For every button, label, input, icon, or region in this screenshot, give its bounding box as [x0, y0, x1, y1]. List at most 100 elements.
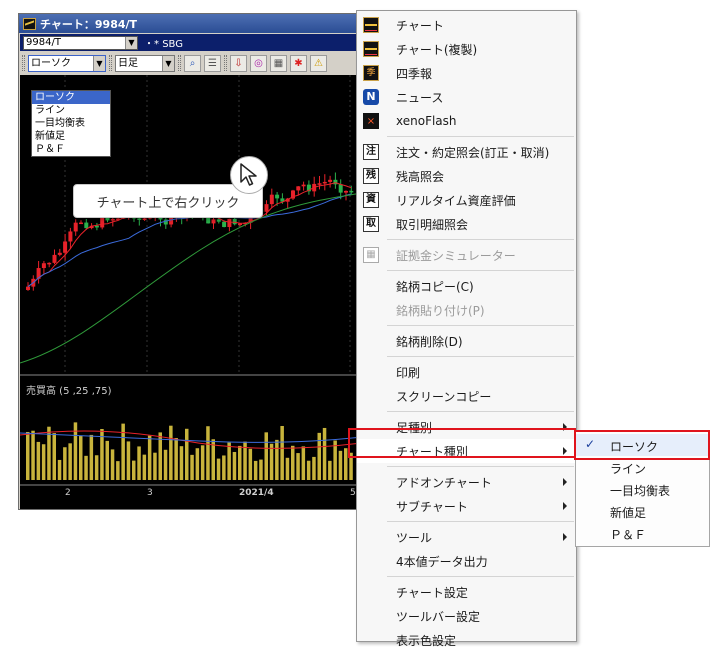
- menu-item-label: xenoFlash: [396, 114, 457, 128]
- menu-item-shikiho[interactable]: 季 四季報: [357, 61, 576, 85]
- menu-separator: [387, 576, 574, 577]
- menu-item-toolbar-settings[interactable]: ツールバー設定: [357, 604, 576, 628]
- menu-item-addon-chart[interactable]: アドオンチャート: [357, 470, 576, 494]
- volume-bar: [31, 430, 35, 480]
- menu-separator: [387, 466, 574, 467]
- candlestick: [227, 218, 232, 228]
- warning-icon[interactable]: ⚠: [310, 54, 327, 72]
- menu-item-chart-settings[interactable]: チャート設定: [357, 580, 576, 604]
- menu-item-order-inquiry[interactable]: 注 注文・約定照会(訂正・取消): [357, 140, 576, 164]
- volume-bar: [169, 425, 173, 480]
- submenu-item-label: 一目均衡表: [610, 484, 671, 498]
- menu-separator: [387, 356, 574, 357]
- volume-bar: [105, 440, 109, 480]
- symbol-name-text: SBG: [162, 39, 183, 50]
- table-icon[interactable]: ▦: [270, 54, 287, 72]
- volume-bar: [264, 432, 268, 480]
- chart-type-submenu: ✓ ローソク ライン 一目均衡表 新値足 Ｐ＆Ｆ: [575, 430, 710, 547]
- chart-type-option[interactable]: ライン: [32, 104, 110, 117]
- submenu-item-label: 新値足: [610, 506, 647, 520]
- candlestick: [322, 181, 327, 184]
- shikiho-icon: 季: [363, 65, 379, 81]
- title-bar: チャート：9984/T: [19, 14, 362, 33]
- menu-item-chart-type[interactable]: チャート種別: [357, 439, 576, 463]
- submenu-item-ichimoku[interactable]: 一目均衡表: [576, 478, 709, 500]
- menu-item-trade-detail[interactable]: 取 取引明細照会: [357, 212, 576, 236]
- menu-item-label: ツールバー設定: [396, 609, 481, 624]
- chevron-down-icon[interactable]: ▼: [162, 55, 174, 71]
- candlestick: [100, 216, 105, 228]
- volume-bar: [238, 445, 242, 480]
- period-select[interactable]: 日足 ▼: [115, 54, 175, 72]
- volume-bar: [126, 441, 131, 480]
- submenu-arrow-icon: [563, 533, 567, 541]
- submenu-item-label: Ｐ＆Ｆ: [610, 528, 647, 542]
- chart-type-select[interactable]: ローソク ▼: [28, 54, 106, 72]
- menu-item-label: 表示色設定: [396, 633, 457, 647]
- chart-type-option[interactable]: 新値足: [32, 130, 110, 143]
- submenu-item-candlestick[interactable]: ✓ ローソク: [576, 434, 709, 456]
- volume-bar: [322, 427, 327, 480]
- toolbar-grip[interactable]: [22, 55, 25, 71]
- menu-item-print[interactable]: 印刷: [357, 360, 576, 384]
- toolbar-grip[interactable]: [109, 55, 112, 71]
- menu-item-color-settings[interactable]: 表示色設定: [357, 628, 576, 647]
- menu-item-bar-type[interactable]: 足種別: [357, 415, 576, 439]
- menu-item-ohlc-export[interactable]: 4本値データ出力: [357, 549, 576, 573]
- submenu-arrow-icon: [563, 478, 567, 486]
- menu-item-delete-symbol[interactable]: 銘柄削除(D): [357, 329, 576, 353]
- search-chart-icon[interactable]: ◎: [250, 54, 267, 72]
- candlestick: [328, 179, 333, 182]
- candlestick: [211, 219, 216, 224]
- menu-item-chart[interactable]: チャート: [357, 13, 576, 37]
- menu-item-label: アドオンチャート: [396, 475, 492, 490]
- volume-bar: [94, 455, 99, 480]
- menu-item-label: 証拠金シミュレーター: [396, 248, 516, 263]
- mark-icon[interactable]: ✱: [290, 54, 307, 72]
- volume-bar: [110, 449, 115, 480]
- submenu-item-pf[interactable]: Ｐ＆Ｆ: [576, 522, 709, 544]
- chart-type-option[interactable]: Ｐ＆Ｆ: [32, 143, 110, 156]
- toolbar-grip[interactable]: [178, 55, 181, 71]
- menu-item-chart-copy[interactable]: チャート(複製): [357, 37, 576, 61]
- volume-bar: [275, 439, 279, 480]
- window-title: チャート：9984/T: [40, 17, 138, 31]
- candlestick: [349, 190, 354, 193]
- toolbar-grip[interactable]: [224, 55, 227, 71]
- chevron-down-icon[interactable]: ▼: [93, 55, 105, 71]
- chart-icon: [363, 17, 379, 33]
- menu-item-news[interactable]: N ニュース: [357, 85, 576, 109]
- volume-bar: [79, 435, 83, 480]
- menu-item-label: チャート設定: [396, 585, 468, 600]
- chart-toolbar: ローソク ▼ 日足 ▼ ⌕ ☰ ⇩ ◎ ▦ ✱ ⚠: [20, 52, 361, 74]
- volume-bar: [195, 448, 200, 480]
- submenu-arrow-icon: [563, 447, 567, 455]
- submenu-item-new-price[interactable]: 新値足: [576, 500, 709, 522]
- menu-item-label: 四季報: [396, 66, 433, 81]
- zoom-icon[interactable]: ⌕: [184, 54, 201, 72]
- chevron-down-icon[interactable]: ▼: [125, 36, 137, 49]
- candlestick: [47, 262, 52, 265]
- subchart-label: 売買高 (5 ,25 ,75): [26, 386, 112, 397]
- menu-item-tools[interactable]: ツール: [357, 525, 576, 549]
- candlestick: [216, 219, 221, 222]
- candlestick: [57, 252, 62, 255]
- candlestick: [222, 221, 227, 228]
- menu-item-asset-eval[interactable]: 資 リアルタイム資産評価: [357, 188, 576, 212]
- menu-item-xenoflash[interactable]: × xenoFlash: [357, 109, 576, 133]
- candlestick: [344, 190, 348, 193]
- candlestick: [84, 222, 89, 229]
- chart-type-option[interactable]: ローソク: [32, 91, 110, 104]
- period-value: 日足: [118, 57, 138, 69]
- download-icon[interactable]: ⇩: [230, 54, 247, 72]
- submenu-item-line[interactable]: ライン: [576, 456, 709, 478]
- chart-type-option[interactable]: 一目均衡表: [32, 117, 110, 130]
- indicator-icon[interactable]: ☰: [204, 54, 221, 72]
- menu-item-balance[interactable]: 残 残高照会: [357, 164, 576, 188]
- menu-item-copy-symbol[interactable]: 銘柄コピー(C): [357, 274, 576, 298]
- menu-item-sub-chart[interactable]: サブチャート: [357, 494, 576, 518]
- volume-bar: [306, 460, 311, 480]
- menu-item-screen-copy[interactable]: スクリーンコピー: [357, 384, 576, 408]
- symbol-select[interactable]: 9984/T ▼: [23, 35, 138, 50]
- chart-app-icon: [23, 17, 36, 30]
